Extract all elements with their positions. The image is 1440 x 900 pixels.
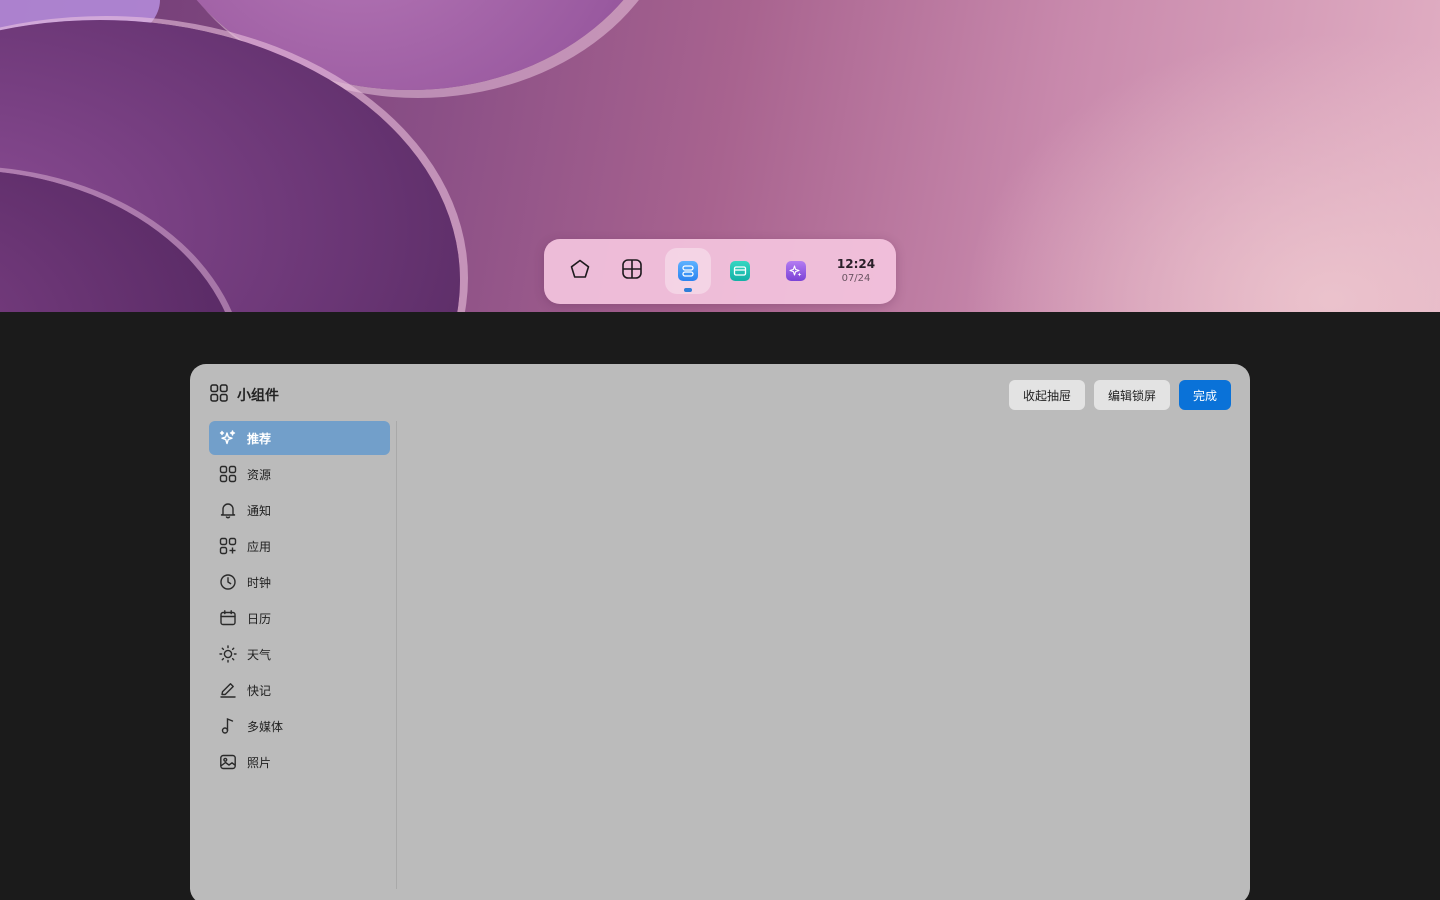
sidebar-item-recommended[interactable]: 推荐 [209,421,390,455]
sidebar-item-label: 日历 [247,611,272,626]
apps-add-icon [219,537,237,555]
dock-item-ai[interactable] [773,248,819,294]
sidebar-item-weather[interactable]: 天气 [209,637,390,671]
photo-icon [219,753,237,771]
sidebar-item-quick-notes[interactable]: 快记 [209,673,390,707]
dock-clock[interactable]: 12:24 07/24 [826,257,886,285]
sidebar-item-label: 应用 [247,539,272,554]
sidebar-divider [396,421,397,889]
widgets-icon [678,261,698,281]
desktop-wallpaper: 12:24 07/24 [0,0,1440,312]
sparkle-icon [786,261,806,281]
widget-content-area [398,421,1231,888]
clock-time: 12:24 [836,257,876,271]
active-indicator [684,288,692,292]
sidebar-item-label: 天气 [247,647,272,662]
widget-drawer-panel: 小组件 收起抽屉 编辑锁屏 完成 推荐 资源 通知 应用 时钟 日历 天气 快记… [190,364,1250,900]
sidebar-item-apps[interactable]: 应用 [209,529,390,563]
sidebar-item-multimedia[interactable]: 多媒体 [209,709,390,743]
sun-icon [219,645,237,663]
card-icon [730,261,750,281]
clock-date: 07/24 [841,273,871,284]
grid-icon [621,258,643,284]
sidebar-item-clock[interactable]: 时钟 [209,565,390,599]
panel-header: 小组件 [210,384,279,406]
sidebar-item-label: 快记 [247,683,272,698]
widgets-grid-icon [210,384,228,406]
grid-icon [219,465,237,483]
sidebar-item-photos[interactable]: 照片 [209,745,390,779]
sidebar-item-label: 多媒体 [247,719,284,734]
done-button[interactable]: 完成 [1178,380,1231,410]
sidebar-item-label: 照片 [247,755,272,770]
header-actions: 收起抽屉 编辑锁屏 完成 [1008,380,1231,410]
pentagon-icon [569,258,591,284]
dock-item-shapes[interactable] [557,248,603,294]
edit-lock-screen-button[interactable]: 编辑锁屏 [1093,380,1170,410]
dock-item-grid[interactable] [609,248,655,294]
bell-icon [219,501,237,519]
sidebar-item-label: 时钟 [247,575,272,590]
widget-category-sidebar: 推荐 资源 通知 应用 时钟 日历 天气 快记 多媒体 照片 [209,421,390,781]
collapse-drawer-button[interactable]: 收起抽屉 [1008,380,1085,410]
calendar-icon [219,609,237,627]
dock-item-card[interactable] [717,248,763,294]
sidebar-item-notifications[interactable]: 通知 [209,493,390,527]
sparkle-icon [219,429,237,447]
music-note-icon [219,717,237,735]
dock-item-widgets[interactable] [665,248,711,294]
sidebar-item-label: 通知 [247,503,272,518]
sidebar-item-resources[interactable]: 资源 [209,457,390,491]
pen-icon [219,681,237,699]
clock-icon [219,573,237,591]
taskbar-dock: 12:24 07/24 [544,239,896,304]
sidebar-item-label: 推荐 [247,431,272,446]
sidebar-item-label: 资源 [247,467,272,482]
panel-title: 小组件 [237,388,279,404]
sidebar-item-calendar[interactable]: 日历 [209,601,390,635]
